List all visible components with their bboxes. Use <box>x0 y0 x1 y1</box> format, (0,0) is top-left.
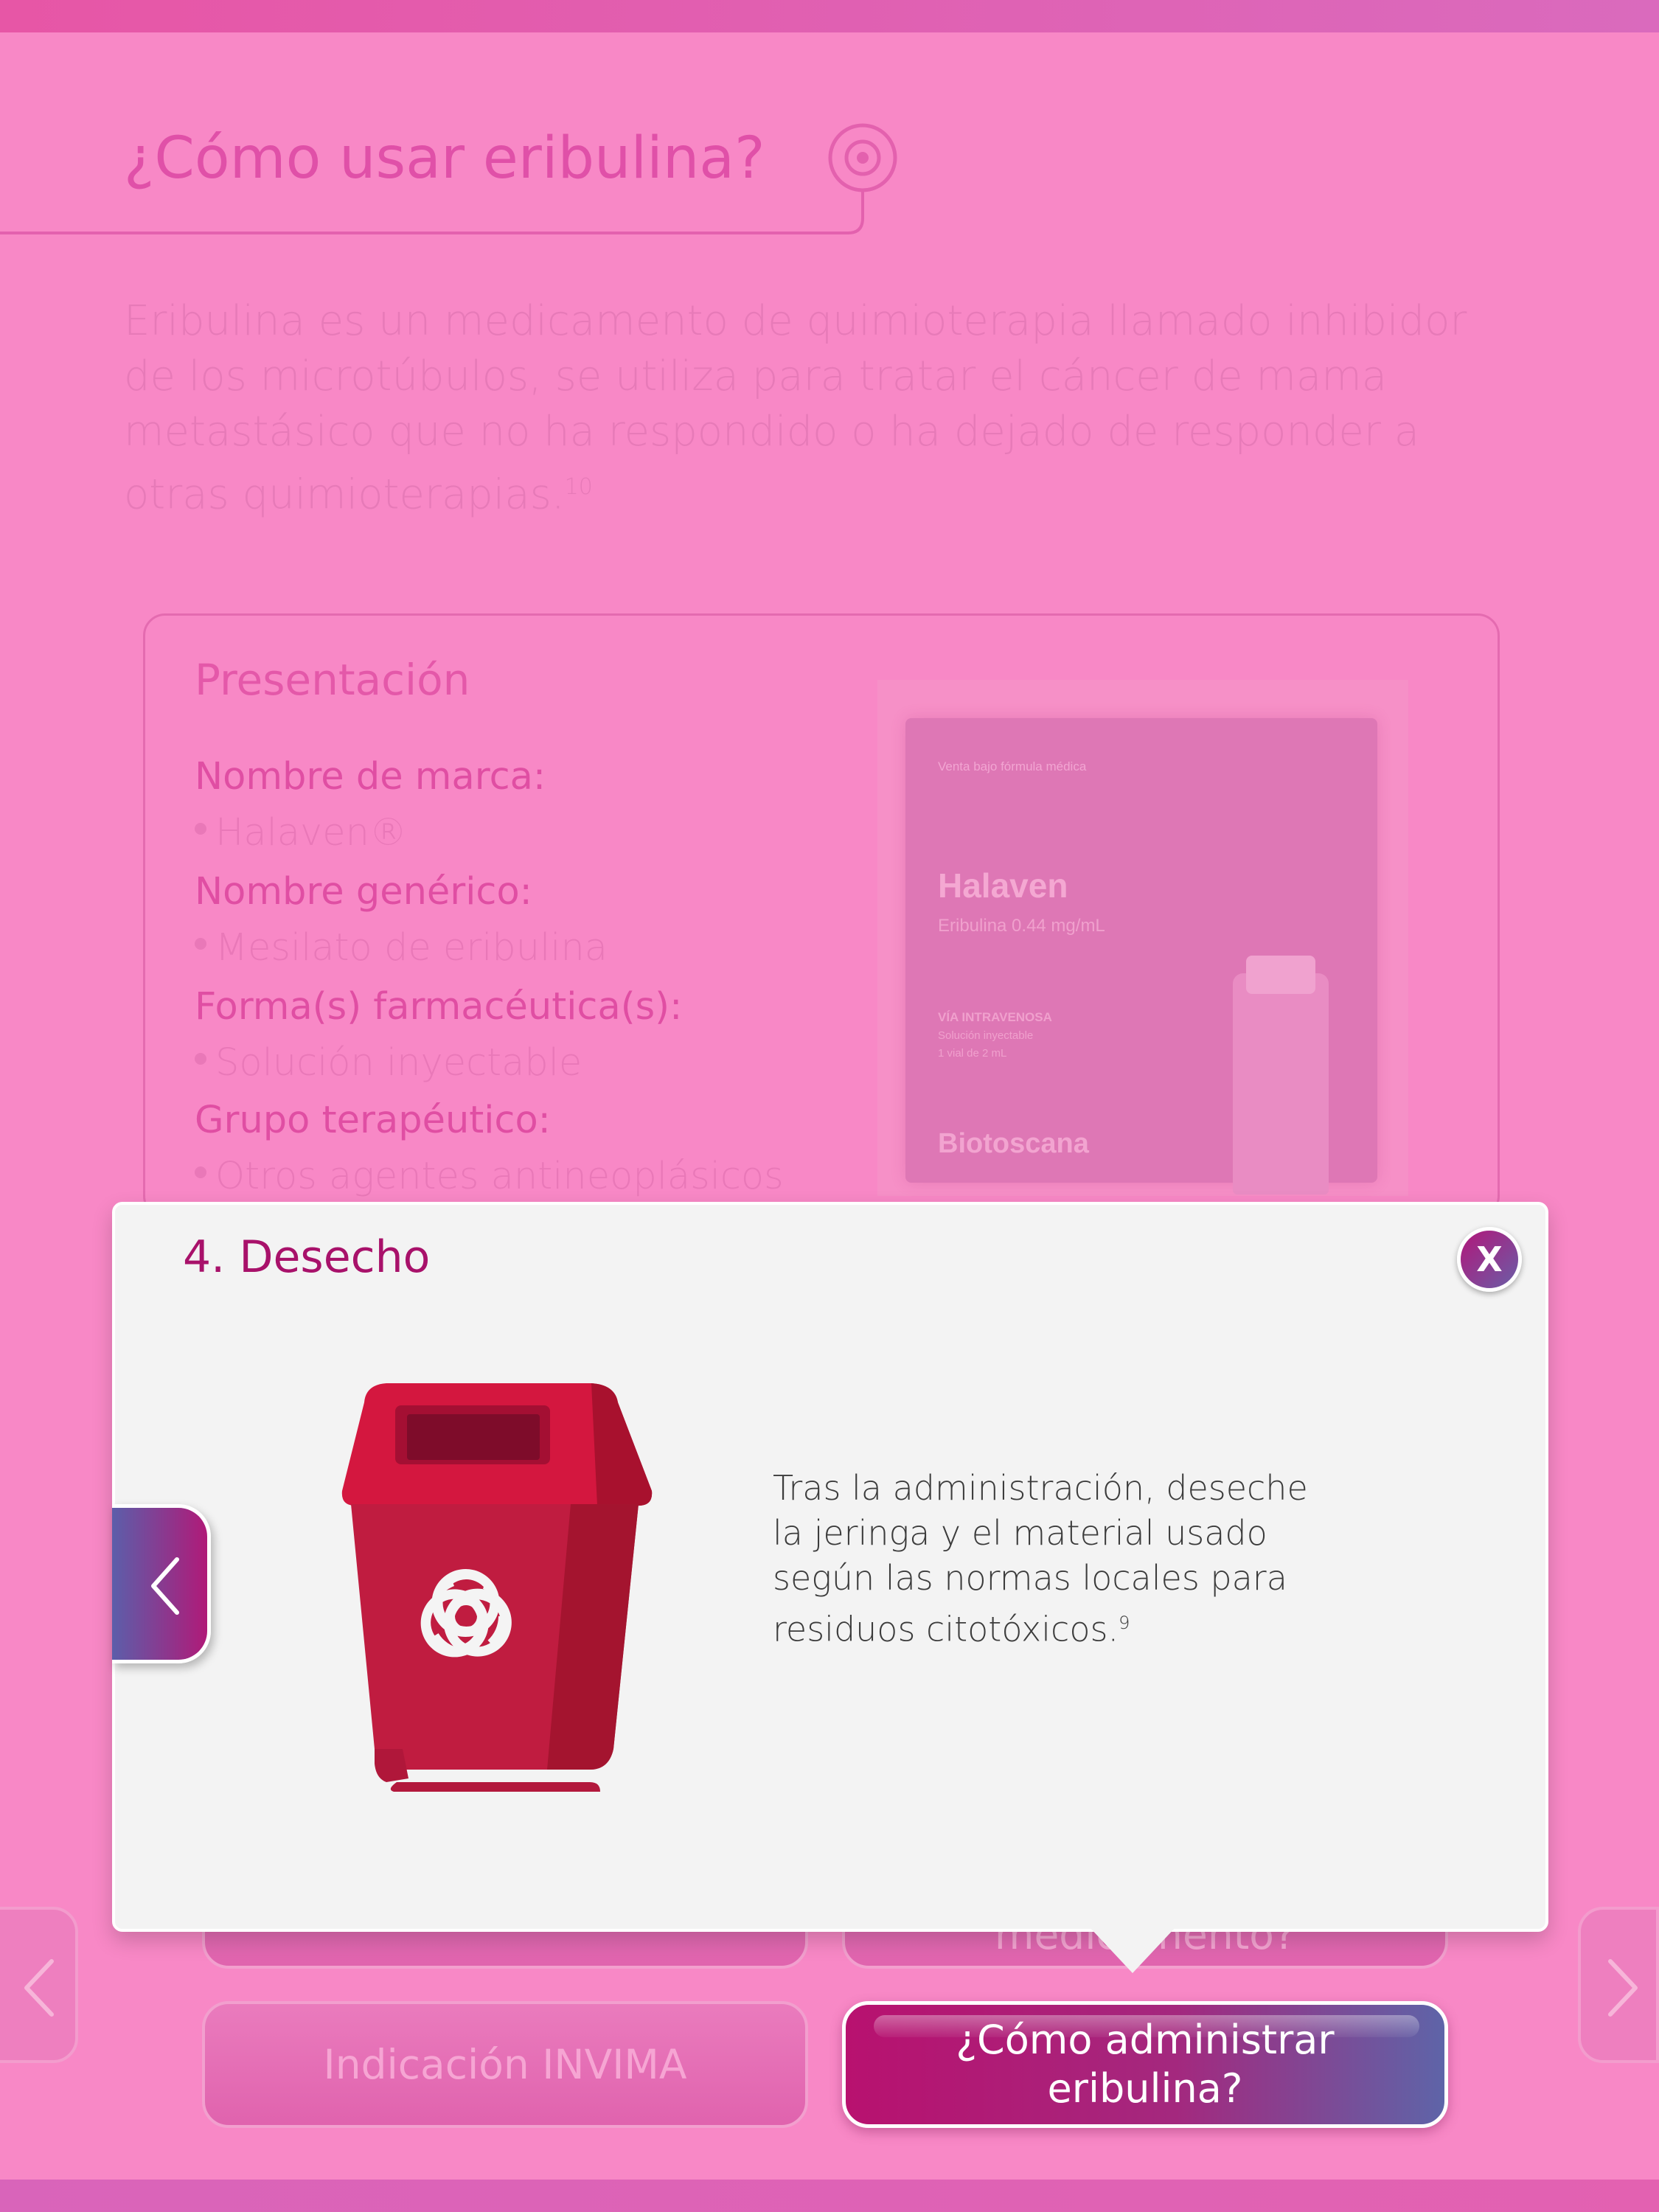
group-value-text: Otros agentes antineoplásicos <box>215 1155 784 1198</box>
brand-value-text: Halaven® <box>215 811 407 855</box>
page-next-button[interactable] <box>1578 1907 1659 2063</box>
box-volume: 1 vial de 2 mL <box>938 1047 1007 1060</box>
como-administrar-line2: eribulina? <box>1047 2065 1243 2112</box>
form-value: Solución inyectable <box>195 1041 582 1085</box>
bullet-icon <box>195 1053 206 1065</box>
indicacion-invima-button[interactable]: Indicación INVIMA <box>202 2001 808 2128</box>
chevron-right-icon <box>1608 1959 1638 2017</box>
box-concentration: Eribulina 0.44 mg/mL <box>938 916 1105 936</box>
intro-paragraph: Eribulina es un medicamento de quimioter… <box>124 293 1495 523</box>
close-button[interactable]: X <box>1457 1227 1522 1292</box>
como-administrar-line1: ¿Cómo administrar <box>956 2017 1335 2063</box>
generic-value: Mesilato de eribulina <box>195 926 608 970</box>
modal-pointer <box>1088 1926 1177 1973</box>
group-label: Grupo terapéutico: <box>195 1099 551 1142</box>
bullet-icon <box>195 938 206 950</box>
close-icon: X <box>1476 1239 1503 1279</box>
group-value: Otros agentes antineoplásicos <box>195 1155 784 1198</box>
page-title: ¿Cómo usar eribulina? <box>124 125 765 192</box>
product-vial-cap <box>1246 956 1315 994</box>
generic-label: Nombre genérico: <box>195 870 532 914</box>
modal-title: 4. Desecho <box>183 1231 431 1283</box>
box-form: Solución inyectable <box>938 1029 1034 1042</box>
page-prev-button[interactable] <box>0 1907 78 2063</box>
intro-text: Eribulina es un medicamento de quimioter… <box>124 297 1467 519</box>
modal-text-body: Tras la administración, deseche la jerin… <box>773 1468 1308 1649</box>
chevron-left-icon <box>24 1959 54 2017</box>
generic-value-text: Mesilato de eribulina <box>215 926 608 970</box>
box-maker: Biotoscana <box>938 1128 1089 1159</box>
modal-text-reference: 9 <box>1119 1613 1130 1633</box>
chevron-left-icon <box>151 1557 179 1615</box>
presentation-title: Presentación <box>195 655 470 705</box>
form-label: Forma(s) farmacéutica(s): <box>195 985 683 1029</box>
modal-prev-button[interactable] <box>112 1504 211 1663</box>
bottom-bar <box>0 2180 1659 2212</box>
box-route: VÍA INTRAVENOSA <box>938 1010 1052 1024</box>
intro-reference: 10 <box>564 474 593 500</box>
modal-text: Tras la administración, deseche la jerin… <box>773 1466 1333 1652</box>
form-value-text: Solución inyectable <box>215 1041 582 1085</box>
indicacion-invima-label: Indicación INVIMA <box>323 2041 687 2088</box>
box-brand: Halaven <box>938 866 1068 905</box>
product-vial <box>1233 973 1329 1194</box>
brand-label: Nombre de marca: <box>195 755 546 799</box>
biohazard-bin-icon <box>341 1383 653 1792</box>
bullet-icon <box>195 823 206 835</box>
target-icon <box>828 123 897 192</box>
como-administrar-label: ¿Cómo administrar eribulina? <box>846 2005 1444 2124</box>
como-administrar-button[interactable]: ¿Cómo administrar eribulina? <box>842 2001 1448 2128</box>
box-top-text: Venta bajo fórmula médica <box>938 759 1087 773</box>
brand-value: Halaven® <box>195 811 407 855</box>
bullet-icon <box>195 1166 206 1178</box>
